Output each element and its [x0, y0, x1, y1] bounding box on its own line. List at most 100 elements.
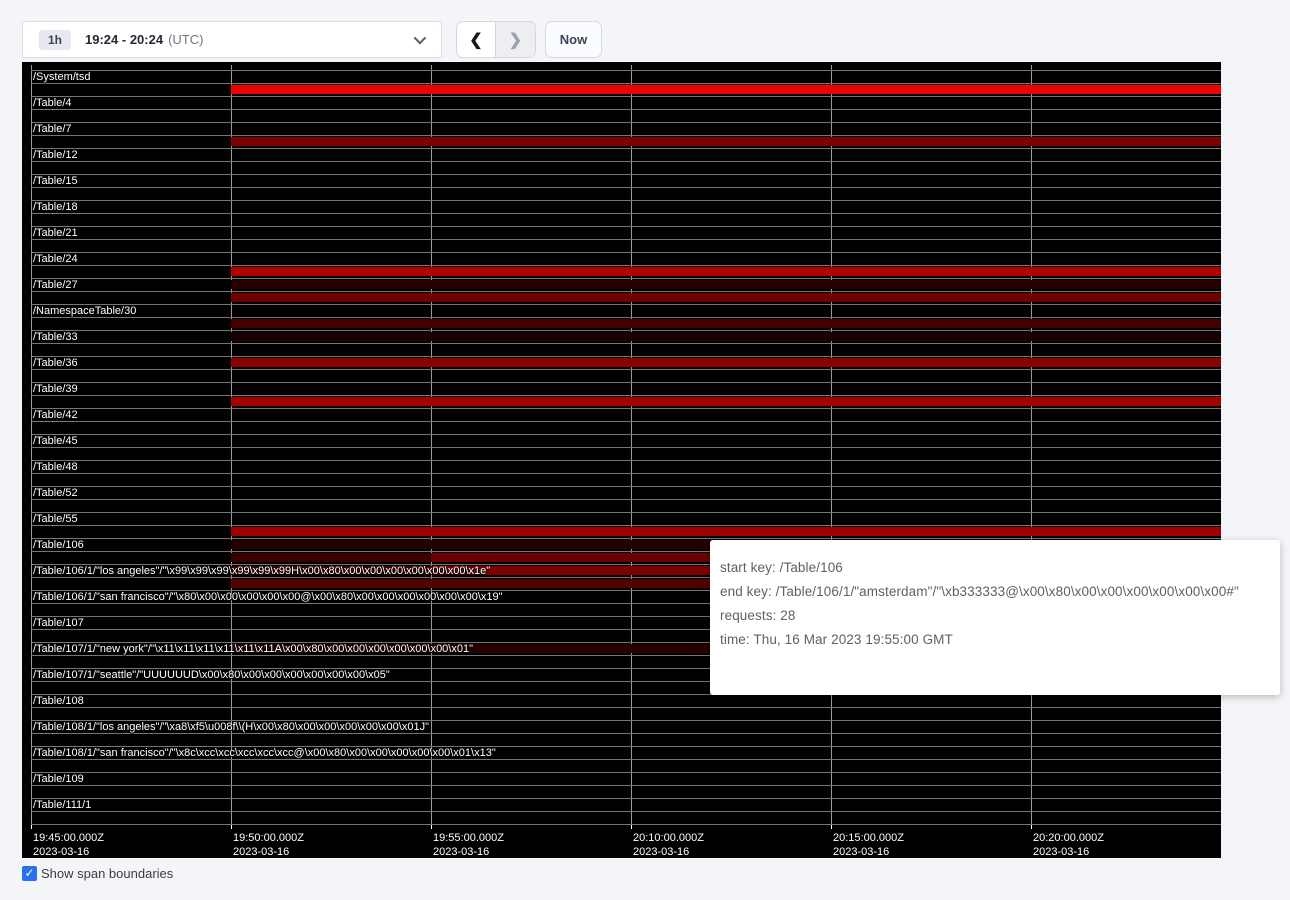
span-boundary-line [31, 486, 1221, 487]
heatmap-row-label: /Table/111/1 [33, 799, 91, 812]
span-boundary-line [31, 512, 1221, 513]
heat-band [431, 527, 631, 536]
heat-band [631, 358, 831, 367]
span-boundary-line [31, 70, 1221, 71]
span-boundary-line [31, 772, 1221, 773]
heat-band [1031, 319, 1221, 328]
heatmap-row-label: /Table/21 [33, 227, 78, 240]
time-axis-label: 19:55:00.000Z2023-03-16 [433, 831, 504, 858]
time-axis-label: 20:15:00.000Z2023-03-16 [833, 831, 904, 858]
heatmap-row-label: /Table/27 [33, 279, 78, 292]
heat-band [831, 137, 1031, 146]
heat-band [431, 319, 631, 328]
heat-band [431, 85, 631, 94]
heatmap-row-label: /Table/108/1/"los angeles"/"\xa8\xf5\u00… [33, 721, 429, 734]
heat-band [631, 319, 831, 328]
heat-band [631, 85, 831, 94]
span-boundary-line [31, 174, 1221, 175]
heatmap-row-label: /Table/7 [33, 123, 72, 136]
heatmap-row-label: /Table/107 [33, 617, 84, 630]
heat-band [431, 397, 631, 406]
heat-band [631, 397, 831, 406]
span-boundary-line [31, 356, 1221, 357]
heat-band [231, 267, 431, 276]
heatmap-row-label: /Table/108/1/"san francisco"/"\x8c\xcc\x… [33, 747, 496, 760]
heatmap-row-label: /NamespaceTable/30 [33, 305, 136, 318]
heat-band [831, 527, 1031, 536]
show-span-boundaries-checkbox[interactable]: ✓ [22, 866, 37, 881]
span-boundary-line [31, 499, 1221, 500]
span-boundary-line [31, 161, 1221, 162]
heat-band [1031, 137, 1221, 146]
vertical-gridline [231, 65, 232, 824]
span-boundary-line [31, 239, 1221, 240]
heat-band [231, 319, 431, 328]
now-button[interactable]: Now [545, 21, 602, 58]
heat-band [231, 293, 431, 302]
heatmap-row-label: /Table/107/1/"new york"/"\x11\x11\x11\x1… [33, 643, 473, 656]
heat-band [831, 293, 1031, 302]
heatmap-row-label: /Table/36 [33, 357, 78, 370]
heat-band [831, 397, 1031, 406]
span-boundary-line [31, 83, 1221, 84]
span-boundary-line [31, 200, 1221, 201]
key-visualizer-heatmap[interactable]: 19:45:00.000Z2023-03-1619:50:00.000Z2023… [22, 62, 1221, 858]
heatmap-row-label: /Table/24 [33, 253, 78, 266]
heat-band [431, 332, 631, 341]
heat-band [431, 358, 631, 367]
vertical-gridline [831, 65, 832, 824]
heatmap-row-label: /Table/4 [33, 97, 72, 110]
span-boundary-line [31, 473, 1221, 474]
vertical-gridline [1031, 65, 1032, 824]
heatmap-row-label: /Table/106 [33, 539, 84, 552]
span-boundary-line [31, 291, 1221, 292]
span-boundary-line [31, 538, 1221, 539]
tooltip-start-key: start key: /Table/106 [720, 560, 1272, 575]
time-axis-label: 20:20:00.000Z2023-03-16 [1033, 831, 1104, 858]
span-boundary-line [31, 317, 1221, 318]
heat-band [631, 293, 831, 302]
span-boundary-line [31, 525, 1221, 526]
span-boundary-line [31, 785, 1221, 786]
vertical-gridline [31, 65, 32, 824]
heat-band [431, 540, 631, 549]
span-boundary-line [31, 421, 1221, 422]
span-boundary-line [31, 460, 1221, 461]
footer-controls: ✓ Show span boundaries [22, 866, 173, 881]
heat-band [231, 332, 431, 341]
heat-band [231, 137, 431, 146]
heat-band [831, 332, 1031, 341]
heat-band [1031, 358, 1221, 367]
span-boundary-line [31, 226, 1221, 227]
heatmap-row-label: /Table/45 [33, 435, 78, 448]
span-boundary-line [31, 109, 1221, 110]
span-boundary-line [31, 213, 1221, 214]
heat-band [831, 319, 1031, 328]
heat-band [831, 280, 1031, 289]
heat-band [231, 397, 431, 406]
heat-band [431, 267, 631, 276]
span-boundary-line [31, 343, 1221, 344]
span-boundary-line [31, 824, 1221, 825]
time-axis-label: 19:45:00.000Z2023-03-16 [33, 831, 104, 858]
heat-band [231, 553, 431, 562]
heatmap-row-label: /Table/48 [33, 461, 78, 474]
heat-band [231, 540, 431, 549]
heatmap-row-label: /Table/107/1/"seattle"/"UUUUUUD\x00\x80\… [33, 669, 390, 682]
prev-time-button[interactable]: ❮ [457, 22, 496, 57]
heat-band [431, 137, 631, 146]
heat-band [1031, 293, 1221, 302]
span-boundary-line [31, 395, 1221, 396]
heat-band [431, 293, 631, 302]
time-range-select[interactable]: 1h 19:24 - 20:24 (UTC) [22, 21, 442, 58]
span-boundary-line [31, 811, 1221, 812]
span-boundary-line [31, 707, 1221, 708]
heatmap-tooltip: start key: /Table/106 end key: /Table/10… [710, 540, 1280, 695]
span-boundary-line [31, 369, 1221, 370]
next-time-button[interactable]: ❯ [496, 22, 535, 57]
heat-band [831, 358, 1031, 367]
span-boundary-line [31, 122, 1221, 123]
span-boundary-line [31, 187, 1221, 188]
vertical-gridline [431, 65, 432, 824]
time-range-text: 19:24 - 20:24 [85, 32, 163, 47]
